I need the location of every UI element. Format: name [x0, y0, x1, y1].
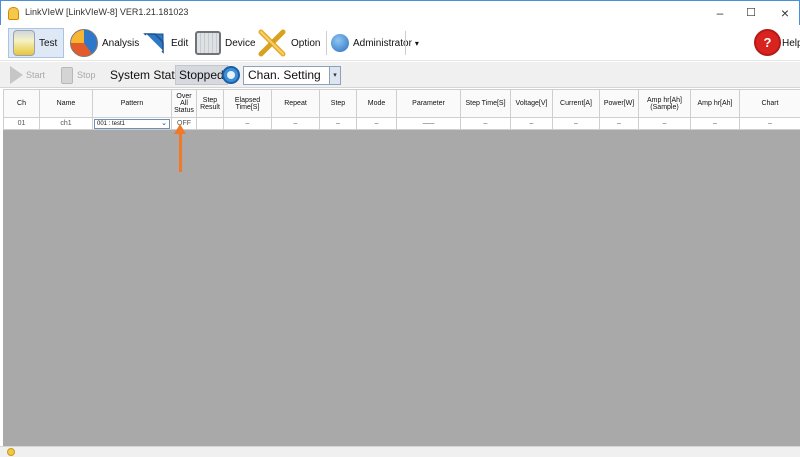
column-header[interactable]: Step Time[S] — [460, 89, 511, 118]
control-toolbar: Start Stop System State: Stopped Chan. S… — [0, 62, 800, 88]
column-header[interactable]: Current[A] — [552, 89, 600, 118]
stop-button[interactable]: Stop — [61, 65, 96, 85]
column-header[interactable]: Amp hr[Ah] (Sample) — [638, 89, 691, 118]
step-time-cell[interactable]: – — [460, 117, 511, 130]
column-header[interactable]: Repeat — [271, 89, 320, 118]
chevron-down-icon: ▾ — [414, 38, 419, 48]
edit-button[interactable]: Edit — [141, 28, 188, 58]
user-icon — [331, 34, 349, 52]
column-header[interactable]: Voltage[V] — [510, 89, 553, 118]
edit-label: Edit — [171, 37, 189, 49]
channel-setting-value: Chan. Setting — [248, 68, 321, 82]
pattern-select[interactable]: 001 : test1 ⌄ — [94, 118, 170, 129]
elapsed-time-cell[interactable]: – — [223, 117, 272, 130]
channel-setting-select[interactable]: Chan. Setting ▾ — [243, 66, 341, 85]
column-header[interactable]: Chart — [739, 89, 800, 118]
administrator-label: Administrator — [353, 37, 412, 49]
system-state-label: System State: — [110, 68, 185, 82]
device-icon — [195, 31, 221, 55]
test-label: Test — [39, 37, 58, 49]
column-header[interactable]: Elapsed Time[S] — [223, 89, 272, 118]
title-bar: LinkVIeW [LinkVIeW-8] VER1.21.181023 – ☐… — [0, 0, 800, 25]
pattern-value: 001 : test1 — [97, 120, 126, 127]
play-icon — [10, 66, 23, 84]
pencil-icon — [141, 30, 167, 56]
table-row[interactable]: 01 ch1 001 : test1 ⌄ OFF – – – – ––– – –… — [3, 117, 800, 130]
toolbar-divider — [405, 31, 406, 55]
analysis-label: Analysis — [102, 37, 140, 49]
column-header[interactable]: Mode — [356, 89, 397, 118]
column-header[interactable]: Parameter — [396, 89, 461, 118]
amp-hr-cell[interactable]: – — [690, 117, 740, 130]
device-button[interactable]: Device — [195, 28, 256, 58]
column-header[interactable]: Step — [319, 89, 357, 118]
column-header[interactable]: Ch — [3, 89, 40, 118]
pattern-cell[interactable]: 001 : test1 ⌄ — [92, 117, 172, 130]
annotation-arrow-icon — [174, 124, 186, 172]
column-header[interactable]: Step Result — [196, 89, 224, 118]
amp-hr-sample-cell[interactable]: – — [638, 117, 691, 130]
help-icon[interactable] — [754, 29, 781, 56]
channel-number-cell[interactable]: 01 — [3, 117, 40, 130]
chevron-down-icon[interactable]: ▾ — [329, 66, 341, 85]
channel-grid: Ch Name Pattern Over All Status Step Res… — [3, 89, 800, 130]
column-header[interactable]: Amp hr[Ah] — [690, 89, 740, 118]
pie-chart-icon — [70, 29, 98, 57]
battery-icon — [13, 30, 35, 56]
channel-name-cell[interactable]: ch1 — [39, 117, 93, 130]
repeat-cell[interactable]: – — [271, 117, 320, 130]
current-cell[interactable]: – — [552, 117, 600, 130]
search-icon[interactable] — [222, 66, 240, 84]
tools-icon — [257, 29, 287, 57]
toolbar-divider — [326, 31, 327, 55]
stop-icon — [61, 66, 73, 84]
device-label: Device — [225, 37, 256, 49]
mode-cell[interactable]: – — [356, 117, 397, 130]
channel-grid-area: Ch Name Pattern Over All Status Step Res… — [3, 89, 800, 446]
step-result-cell[interactable] — [196, 117, 224, 130]
chevron-down-icon[interactable]: ⌄ — [161, 120, 167, 128]
close-button[interactable]: × — [772, 3, 798, 23]
system-state-value: Stopped — [175, 65, 228, 85]
step-cell[interactable]: – — [319, 117, 357, 130]
start-button[interactable]: Start — [10, 65, 45, 85]
start-label: Start — [26, 70, 46, 80]
help-label[interactable]: Help — [782, 38, 800, 49]
column-header[interactable]: Power[W] — [599, 89, 639, 118]
window-title: LinkVIeW [LinkVIeW-8] VER1.21.181023 — [25, 7, 189, 17]
app-icon — [8, 7, 19, 20]
option-button[interactable]: Option — [257, 28, 320, 58]
chart-cell[interactable]: – — [739, 117, 800, 130]
status-bar — [0, 446, 800, 457]
stop-label: Stop — [77, 70, 96, 80]
minimize-button[interactable]: – — [707, 3, 733, 23]
maximize-button[interactable]: ☐ — [738, 3, 764, 23]
analysis-button[interactable]: Analysis — [70, 28, 139, 58]
option-label: Option — [291, 37, 321, 49]
column-header[interactable]: Over All Status — [171, 89, 197, 118]
power-cell[interactable]: – — [599, 117, 639, 130]
parameter-cell[interactable]: ––– — [396, 117, 461, 130]
column-header[interactable]: Pattern — [92, 89, 172, 118]
voltage-cell[interactable]: – — [510, 117, 553, 130]
status-icon — [7, 448, 15, 456]
main-toolbar: Test Analysis Edit Device Option Adminis… — [0, 25, 800, 61]
test-button[interactable]: Test — [8, 28, 65, 58]
column-header[interactable]: Name — [39, 89, 93, 118]
grid-header-row: Ch Name Pattern Over All Status Step Res… — [3, 89, 800, 118]
